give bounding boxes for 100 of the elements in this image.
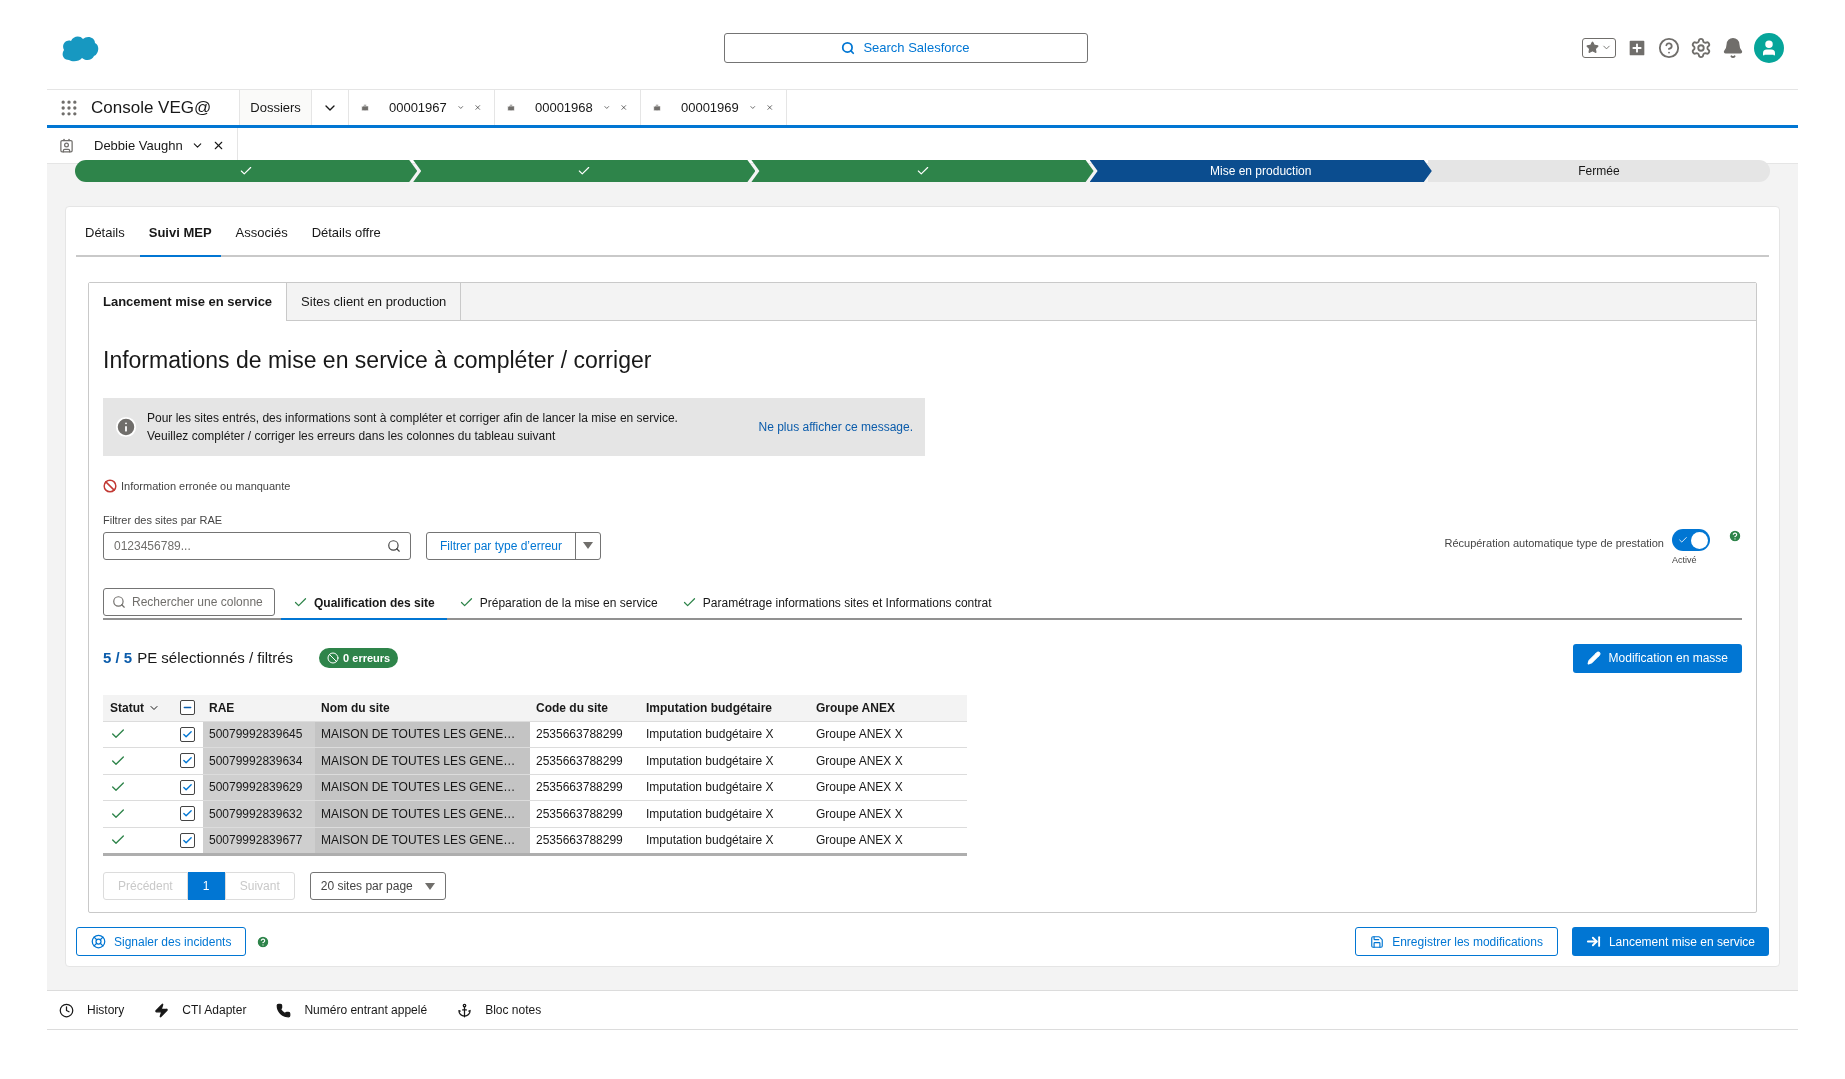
- section-title: Informations de mise en service à compléter / corriger: [103, 346, 653, 375]
- path-step[interactable]: Mise en production: [1089, 160, 1432, 182]
- error-type-filter[interactable]: Filtrer par type d’erreur: [426, 531, 602, 560]
- save-button[interactable]: Enregistrer les modifications: [1355, 927, 1558, 956]
- table-cell: 50079992839632: [203, 801, 315, 827]
- dismiss-link[interactable]: Ne plus afficher ce message.: [758, 417, 913, 436]
- auto-toggle[interactable]: [1672, 529, 1710, 551]
- section-tab[interactable]: Lancement mise en service: [89, 283, 288, 321]
- page-size-select[interactable]: 20 sites par page: [309, 872, 446, 900]
- table-cell: 50079992839677: [203, 827, 315, 853]
- toggle-label: Récupération automatique type de prestation: [1444, 536, 1664, 551]
- table-cell-text: Groupe ANEX X: [815, 805, 904, 823]
- ban-icon: [327, 652, 340, 664]
- pencil-icon: [1586, 651, 1601, 665]
- lifebuoy-icon: [91, 934, 106, 949]
- record-tab[interactable]: Détails offre: [302, 211, 390, 257]
- checkmark-icon: [182, 834, 193, 846]
- selection-count: 5 / 5: [103, 647, 133, 668]
- row-checkbox[interactable]: [180, 806, 195, 822]
- search-field[interactable]: Search Salesforce: [723, 32, 1088, 63]
- search-icon: [387, 538, 401, 553]
- settings-icon[interactable]: [1690, 36, 1712, 59]
- mass-edit-button[interactable]: Modification en masse: [1572, 643, 1742, 673]
- help-icon[interactable]: [1658, 36, 1680, 59]
- table-cell-text: 2535663788299: [535, 752, 624, 770]
- column-header[interactable]: RAE: [203, 698, 315, 717]
- table-cell: MAISON DE TOUTES LES GENE…: [315, 721, 530, 747]
- star-icon: [1586, 41, 1599, 54]
- table-cell-text: Groupe ANEX X: [815, 752, 904, 770]
- table-cell-text: 2535663788299: [535, 726, 624, 744]
- report-incidents-button[interactable]: Signaler des incidents: [76, 927, 247, 956]
- select-all-checkbox[interactable]: [180, 700, 195, 715]
- caret-down-icon: [583, 542, 594, 549]
- table-cell-text: Imputation budgétaire X: [645, 726, 775, 744]
- check-icon: [577, 164, 592, 178]
- table-cell-text: Groupe ANEX X: [815, 779, 904, 797]
- utility-item[interactable]: History: [59, 1001, 125, 1019]
- filter-label: Filtrer des sites par RAE: [103, 513, 224, 528]
- checkmark-icon: [182, 728, 193, 740]
- table-cell: MAISON DE TOUTES LES GENE…: [315, 827, 530, 853]
- error-icon: [103, 478, 117, 493]
- table-cell-text: Imputation budgétaire X: [645, 779, 775, 797]
- record-tab[interactable]: Suivi MEP: [139, 211, 221, 257]
- table-cell: 50079992839629: [203, 774, 315, 800]
- info-text: Veuillez compléter / corriger les erreurs dans les colonnes du tableau suivant: [147, 427, 557, 445]
- row-checkbox[interactable]: [180, 726, 195, 742]
- record-tab[interactable]: Détails: [76, 211, 134, 257]
- caret-down-icon: [424, 882, 435, 890]
- row-checkbox[interactable]: [180, 832, 195, 848]
- checkmark-icon: [1678, 535, 1688, 545]
- column-header[interactable]: Nom du site: [315, 698, 530, 717]
- checkmark-icon: [182, 781, 193, 793]
- column-header[interactable]: Imputation budgétaire: [640, 698, 810, 717]
- utility-item[interactable]: Bloc notes: [457, 1001, 542, 1019]
- info-icon: [115, 415, 137, 438]
- check-icon: [915, 164, 930, 178]
- nav-menu[interactable]: Dossiers: [239, 90, 312, 125]
- bell-icon[interactable]: [1722, 36, 1744, 59]
- row-checkbox[interactable]: [180, 779, 195, 795]
- search-icon: [112, 594, 126, 609]
- column-search-field[interactable]: Rechercher une colonne: [103, 587, 275, 616]
- column-header[interactable]: Code du site: [530, 698, 640, 717]
- utility-item[interactable]: CTI Adapter: [154, 1001, 247, 1019]
- search-icon: [841, 40, 856, 55]
- app-name: Console VEG@: [91, 96, 213, 119]
- table-cell: MAISON DE TOUTES LES GENE…: [315, 748, 530, 774]
- page-button[interactable]: 1: [187, 872, 225, 900]
- row-checkbox[interactable]: [180, 753, 195, 769]
- launch-button[interactable]: Lancement mise en service: [1571, 927, 1769, 956]
- table-cell-text: 2535663788299: [535, 779, 624, 797]
- clock-icon: [59, 1002, 74, 1018]
- record-tab[interactable]: Associés: [226, 211, 297, 257]
- table-cell: MAISON DE TOUTES LES GENE…: [315, 801, 530, 827]
- avatar-icon[interactable]: [1754, 32, 1784, 63]
- table-cell-text: 2535663788299: [535, 805, 624, 823]
- toggle-state: Activé: [1672, 554, 1697, 567]
- utility-item[interactable]: Numéro entrant appelé: [276, 1001, 428, 1019]
- lightning-icon: [154, 1002, 170, 1018]
- favorites-button[interactable]: [1582, 37, 1616, 58]
- section-tab[interactable]: Sites client en production: [287, 283, 462, 320]
- table-cell: 50079992839634: [203, 748, 315, 774]
- column-header[interactable]: Groupe ANEX: [810, 698, 950, 717]
- check-icon: [239, 164, 254, 178]
- column-group-tab[interactable]: Qualification des site: [281, 587, 447, 620]
- info-text: Pour les sites entrés, des informations sont à compléter et corriger afin de lancer la mise en service.: [147, 409, 678, 427]
- legend-text: Information erronée ou manquante: [121, 478, 291, 494]
- errors-badge: 0 erreurs: [319, 648, 399, 668]
- column-group-tab[interactable]: Paramétrage informations sites et Informations contrat: [669, 587, 1004, 620]
- table-cell: MAISON DE TOUTES LES GENE…: [315, 774, 530, 800]
- table-cell-text: Groupe ANEX X: [815, 726, 904, 744]
- column-group-tab[interactable]: Préparation de la mise en service: [446, 587, 670, 620]
- contact-card-icon: [59, 138, 74, 153]
- path-step[interactable]: Fermée: [1427, 160, 1770, 182]
- arrow-to-line-icon: [1585, 934, 1601, 949]
- table-cell: 50079992839645: [203, 721, 315, 747]
- table-cell-text: Imputation budgétaire X: [645, 832, 775, 850]
- column-header[interactable]: Statut: [110, 698, 144, 717]
- rae-filter-field[interactable]: 0123456789...: [103, 531, 411, 560]
- person-icon: [1760, 38, 1778, 57]
- table-cell-text: Imputation budgétaire X: [645, 805, 775, 823]
